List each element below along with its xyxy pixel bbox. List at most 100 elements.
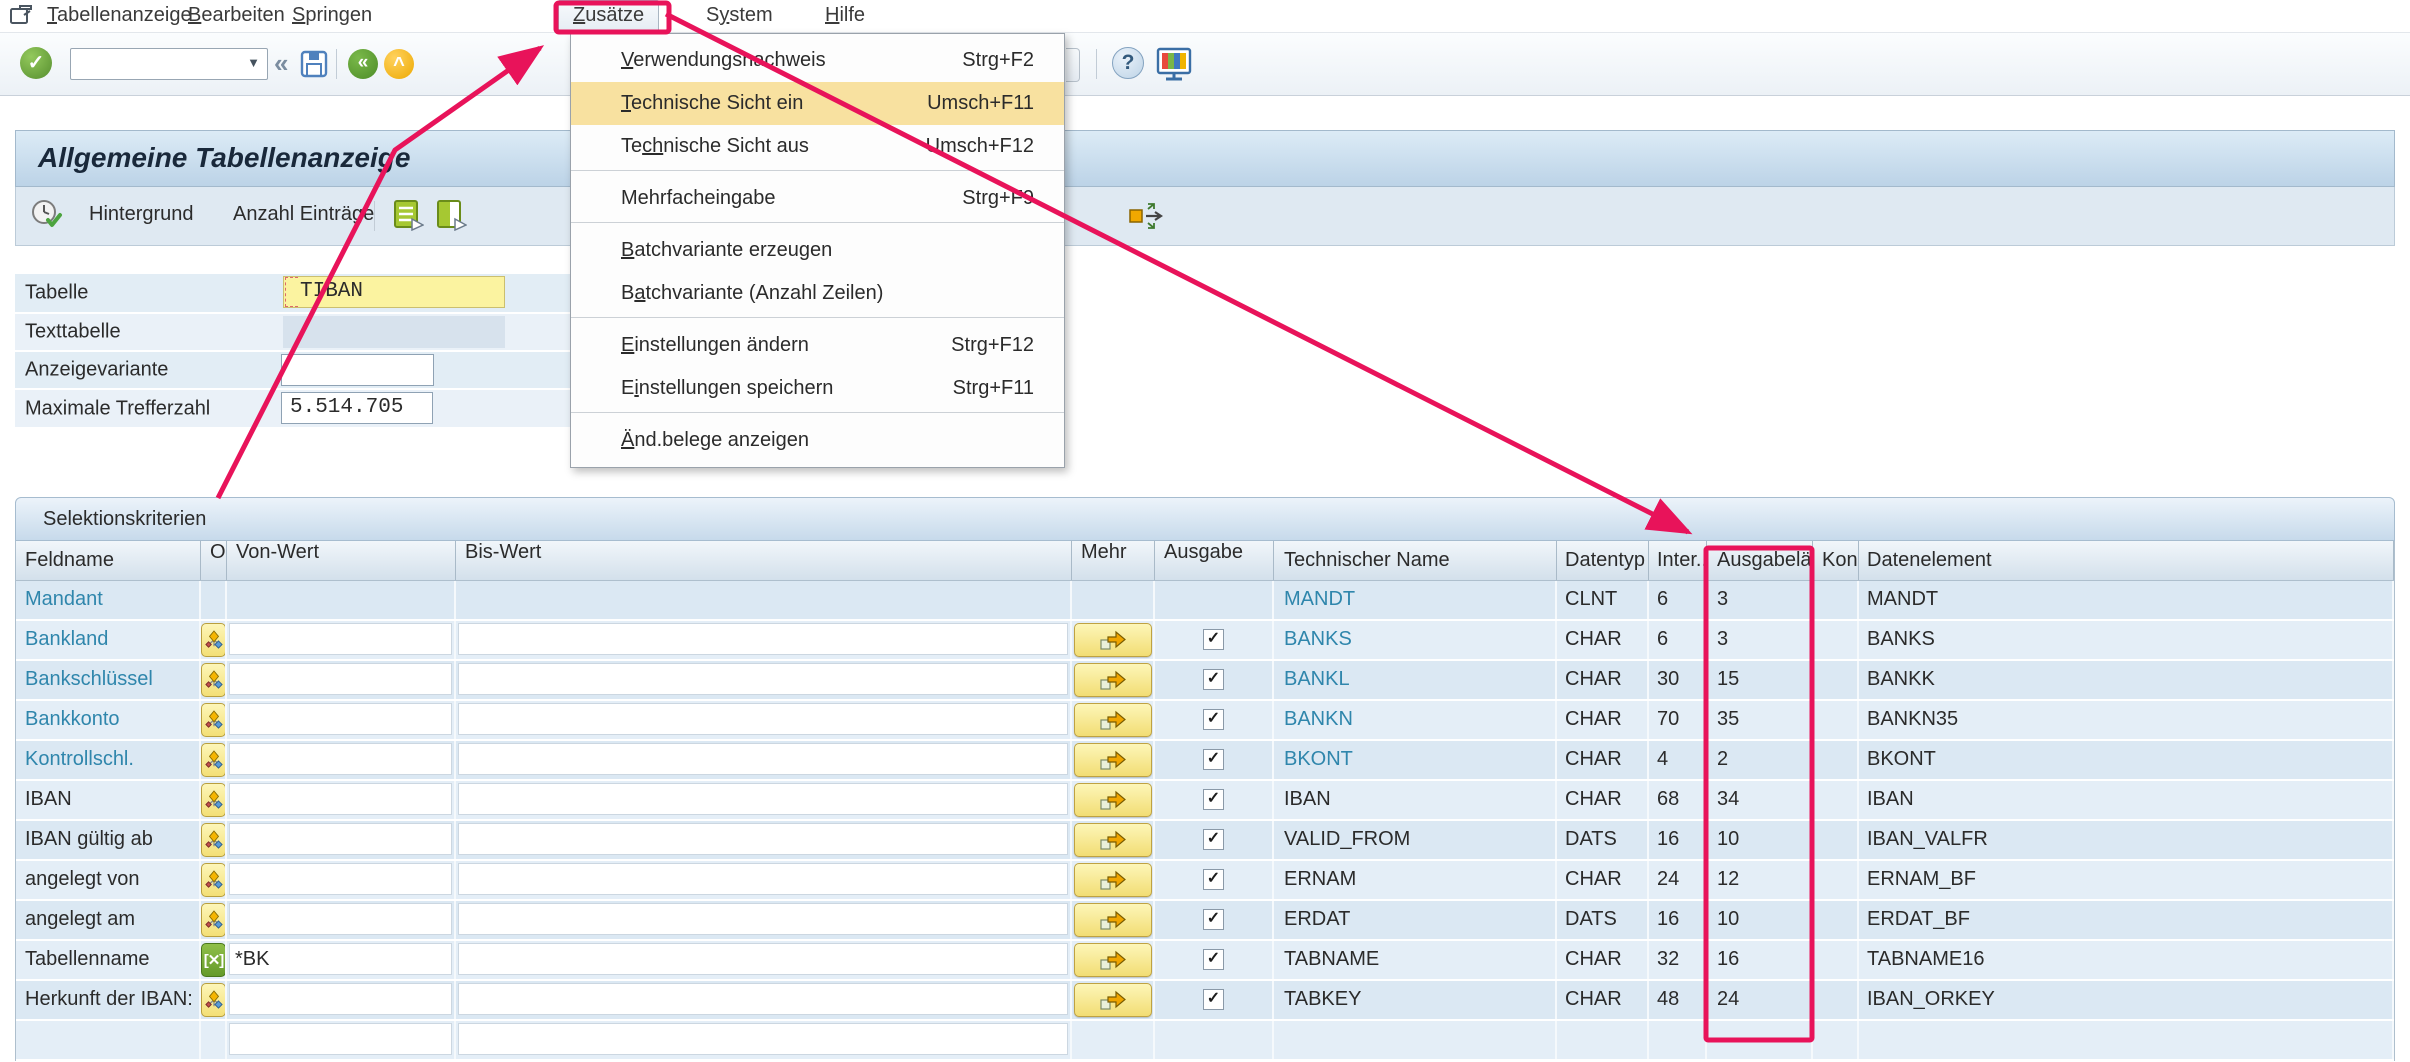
multiple-selection-button[interactable]	[201, 823, 226, 857]
multiple-selection-button[interactable]	[201, 623, 226, 657]
bis-wert-input[interactable]	[458, 783, 1068, 815]
bis-wert-input[interactable]	[458, 703, 1068, 735]
output-checkbox[interactable]: ✓	[1203, 709, 1224, 730]
multiple-selection-button[interactable]	[201, 743, 226, 777]
hintergrund-button[interactable]: Hintergrund	[89, 203, 194, 226]
tabelle-input[interactable]: TIBAN	[283, 276, 505, 308]
bis-wert-input[interactable]	[458, 743, 1068, 775]
more-button[interactable]	[1074, 783, 1152, 817]
von-wert-input[interactable]	[229, 983, 452, 1015]
von-wert-input[interactable]	[229, 783, 452, 815]
menu-item-einstellungen-aendern[interactable]: Einstellungen ändern Strg+F12	[571, 324, 1064, 367]
exit-button[interactable]: ^	[384, 49, 414, 79]
output-checkbox[interactable]: ✓	[1203, 869, 1224, 890]
more-button[interactable]	[1074, 863, 1152, 897]
new-session-icon[interactable]	[1156, 47, 1192, 87]
menu-tabellenanzeige[interactable]: Tabellenanzeige	[47, 4, 192, 27]
multiple-selection-button[interactable]	[201, 663, 226, 697]
output-checkbox[interactable]: ✓	[1203, 629, 1224, 650]
menu-bearbeiten[interactable]: Bearbeiten	[188, 4, 285, 27]
enter-button[interactable]: ✓	[20, 47, 52, 79]
output-checkbox[interactable]: ✓	[1203, 829, 1224, 850]
table-header-row: Feldname O. Von-Wert Bis-Wert Mehr Ausga…	[15, 541, 2395, 581]
bis-wert-input[interactable]	[458, 903, 1068, 935]
output-checkbox[interactable]: ✓	[1203, 949, 1224, 970]
menu-hilfe[interactable]: Hilfe	[825, 4, 865, 27]
save-icon[interactable]	[300, 50, 328, 84]
output-checkbox[interactable]: ✓	[1203, 909, 1224, 930]
von-wert-input[interactable]	[229, 1023, 452, 1055]
menu-item-technische-sicht-aus[interactable]: Technische Sicht aus Umsch+F12	[571, 125, 1064, 168]
von-wert-input[interactable]	[229, 743, 452, 775]
partially-hidden-button[interactable]	[1066, 48, 1080, 82]
menu-item-aend-belege-anzeigen[interactable]: Änd.belege anzeigen	[571, 419, 1064, 462]
command-field[interactable]: ▼	[70, 48, 268, 80]
more-button[interactable]	[1074, 623, 1152, 657]
von-wert-input[interactable]	[229, 703, 452, 735]
von-wert-input[interactable]	[229, 623, 452, 655]
cell-interne-laenge: 16	[1649, 821, 1707, 859]
multiple-selection-button[interactable]	[201, 783, 226, 817]
multiple-selection-button[interactable]	[201, 903, 226, 937]
multiple-selection-button[interactable]	[201, 983, 226, 1017]
more-button[interactable]	[1074, 743, 1152, 777]
output-checkbox[interactable]: ✓	[1203, 669, 1224, 690]
table-row: Bankschlüssel ✓ BANKL CHAR 30 15 BANKK	[16, 661, 2394, 701]
more-button[interactable]	[1074, 903, 1152, 937]
more-button[interactable]	[1074, 983, 1152, 1017]
cell-ausgabelaenge: 2	[1707, 741, 1813, 779]
menu-item-label: Batchvariante erzeugen	[621, 239, 832, 261]
expand-icon[interactable]	[1126, 201, 1166, 237]
von-wert-input[interactable]	[229, 903, 452, 935]
pattern-selection-button[interactable]: [✕]	[201, 943, 226, 977]
cell-interne-laenge: 6	[1649, 621, 1707, 659]
chevron-down-icon[interactable]: ▼	[247, 55, 260, 70]
output-checkbox[interactable]: ✓	[1203, 749, 1224, 770]
output-checkbox[interactable]: ✓	[1203, 789, 1224, 810]
bis-wert-input[interactable]	[458, 623, 1068, 655]
menu-item-mehrfacheingabe[interactable]: Mehrfacheingabe Strg+F9	[571, 177, 1064, 220]
execute-in-background-icon[interactable]	[30, 199, 64, 237]
menu-item-verwendungsnachweis[interactable]: Verwendungsnachweis Strg+F2	[571, 39, 1064, 82]
cell-ausgabelaenge: 16	[1707, 941, 1813, 979]
output-checkbox[interactable]: ✓	[1203, 989, 1224, 1010]
cell-bis-wert	[456, 941, 1072, 979]
bis-wert-input[interactable]	[458, 823, 1068, 855]
cell-datentyp: CHAR	[1557, 941, 1649, 979]
von-wert-input[interactable]	[229, 823, 452, 855]
more-button[interactable]	[1074, 943, 1152, 977]
bis-wert-input[interactable]	[458, 943, 1068, 975]
cell-ausgabelaenge: 35	[1707, 701, 1813, 739]
menu-item-batchvariante-anzahl-zeilen[interactable]: Batchvariante (Anzahl Zeilen)	[571, 272, 1064, 315]
von-wert-input[interactable]	[229, 863, 452, 895]
more-button[interactable]	[1074, 663, 1152, 697]
menu-item-batchvariante-erzeugen[interactable]: Batchvariante erzeugen	[571, 229, 1064, 272]
von-wert-input[interactable]: *BK	[229, 943, 452, 975]
cell-mehr	[1072, 821, 1155, 859]
menu-item-einstellungen-speichern[interactable]: Einstellungen speichern Strg+F11	[571, 367, 1064, 410]
von-wert-input[interactable]	[229, 663, 452, 695]
back-button[interactable]: «	[348, 49, 378, 79]
menu-springen[interactable]: Springen	[292, 4, 372, 27]
bis-wert-input[interactable]	[458, 863, 1068, 895]
menu-system[interactable]: System	[706, 4, 773, 27]
help-button[interactable]: ?	[1112, 47, 1144, 79]
select-block-icon[interactable]	[437, 199, 467, 237]
bis-wert-input[interactable]	[458, 983, 1068, 1015]
menu-zusaetze[interactable]: Zusätze	[558, 0, 659, 32]
anzahl-eintraege-button[interactable]: Anzahl Einträge	[233, 203, 374, 226]
choose-entries-icon[interactable]	[394, 199, 424, 237]
multiple-selection-button[interactable]	[201, 703, 226, 737]
collapse-chevron-icon[interactable]: «	[274, 48, 288, 79]
more-button[interactable]	[1074, 823, 1152, 857]
cell-ausgabelaenge: 24	[1707, 981, 1813, 1019]
bis-wert-input[interactable]	[458, 663, 1068, 695]
table-row: Bankland ✓ BANKS CHAR 6 3 BANKS	[16, 621, 2394, 661]
cell-ausgabe: ✓	[1155, 781, 1274, 819]
more-button[interactable]	[1074, 703, 1152, 737]
multiple-selection-button[interactable]	[201, 863, 226, 897]
maximale-trefferzahl-input[interactable]: 5.514.705	[281, 392, 433, 424]
bis-wert-input[interactable]	[458, 1023, 1068, 1055]
menu-item-technische-sicht-ein[interactable]: Technische Sicht ein Umsch+F11	[571, 82, 1064, 125]
anzeigevariante-input[interactable]	[281, 354, 434, 386]
